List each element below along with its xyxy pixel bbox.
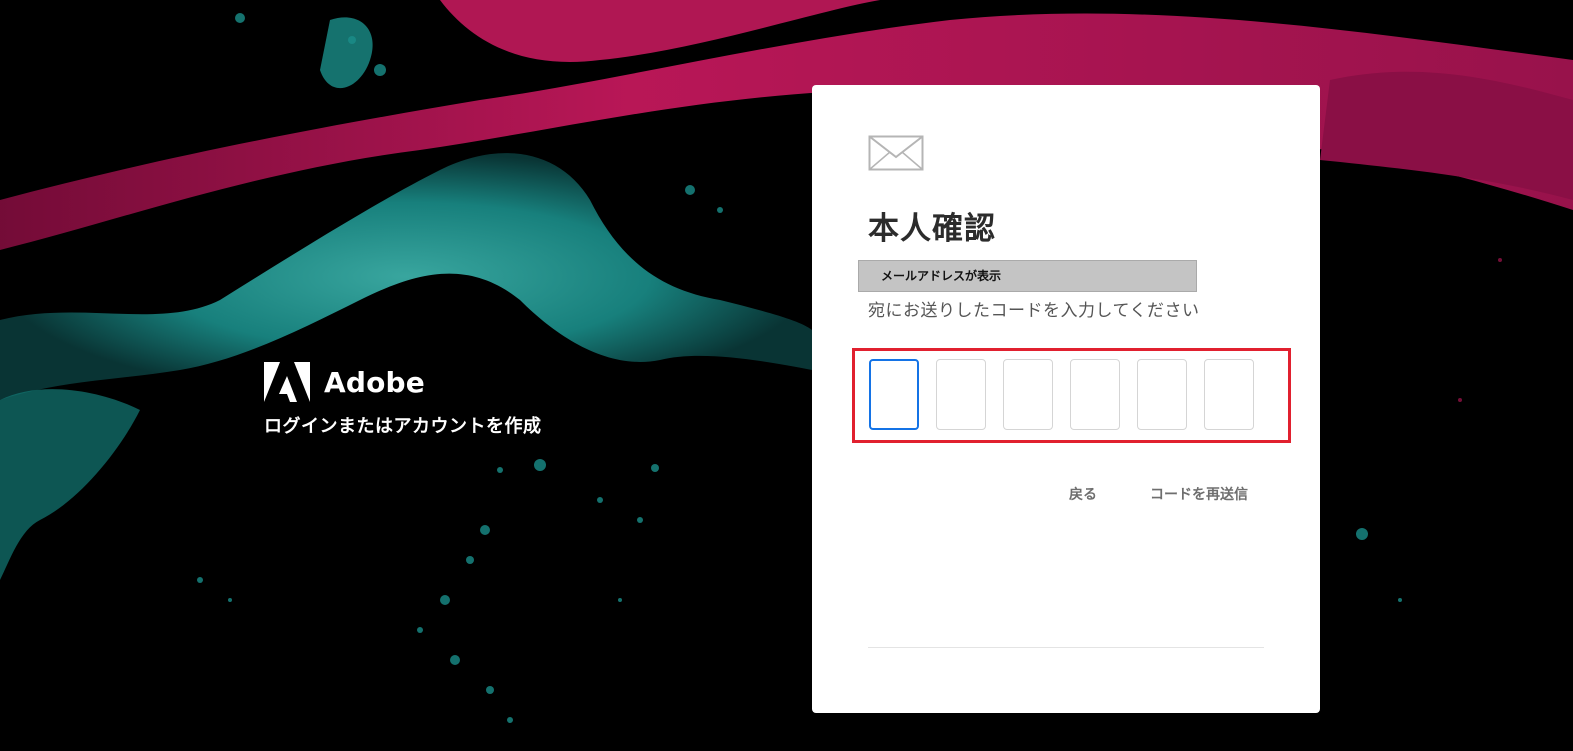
- code-digit-4[interactable]: [1070, 359, 1120, 430]
- adobe-logo-icon: [264, 362, 310, 402]
- brand-name: Adobe: [324, 365, 425, 399]
- action-links: 戻る コードを再送信: [1069, 484, 1248, 504]
- brand-block: Adobe ログインまたはアカウントを作成: [264, 362, 542, 438]
- verification-card: 本人確認 メールアドレスが表示 宛にお送りしたコードを入力してください 戻る コ…: [812, 85, 1320, 713]
- code-digit-1[interactable]: [869, 359, 919, 430]
- brand-tagline: ログインまたはアカウントを作成: [264, 416, 542, 437]
- code-digit-6[interactable]: [1204, 359, 1254, 430]
- divider: [868, 647, 1264, 648]
- code-digit-5[interactable]: [1137, 359, 1187, 430]
- back-link[interactable]: 戻る: [1069, 484, 1097, 504]
- resend-code-link[interactable]: コードを再送信: [1150, 484, 1248, 504]
- code-digit-2[interactable]: [936, 359, 986, 430]
- instruction-text: 宛にお送りしたコードを入力してください: [868, 301, 1200, 321]
- code-digit-3[interactable]: [1003, 359, 1053, 430]
- mail-icon: [868, 135, 924, 171]
- page-title: 本人確認: [868, 211, 996, 247]
- email-address-mask: メールアドレスが表示: [858, 260, 1197, 292]
- verification-code-inputs: [869, 359, 1254, 430]
- background-artwork: [0, 0, 1573, 751]
